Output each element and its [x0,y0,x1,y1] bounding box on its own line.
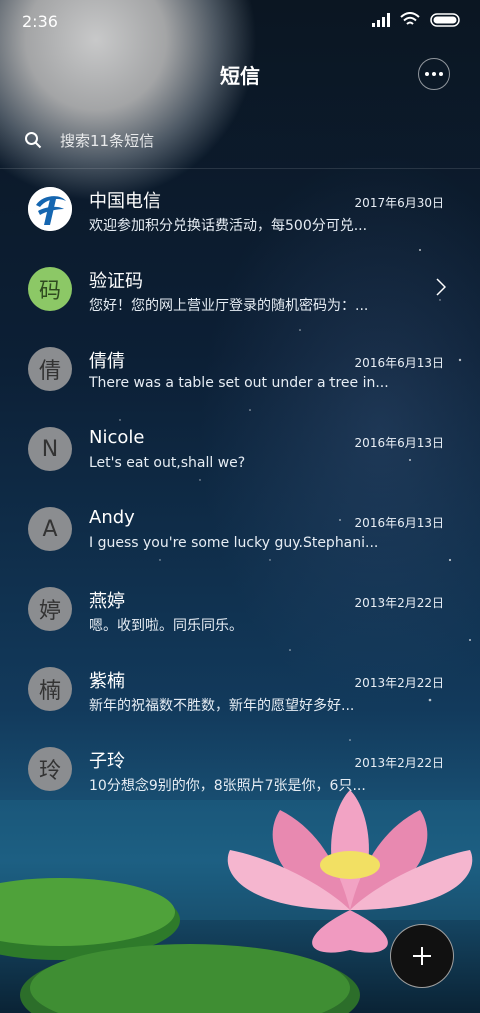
more-dots-icon [432,72,436,76]
conversation-list: 中国电信 2017年6月30日 欢迎参加积分兑换话费活动，每500分可兑... … [0,170,480,810]
conversation-row[interactable]: 码 验证码 您好！您的网上营业厅登录的随机密码为：... [0,250,480,330]
contact-name: 中国电信 [89,191,161,212]
avatar: N [28,427,72,471]
message-preview: 10分想念9别的你，8张照片7张是你，6只... [89,778,366,794]
battery-icon [430,12,460,27]
contact-name: 紫楠 [89,671,125,692]
wifi-icon [400,12,420,25]
avatar: 婷 [28,587,72,631]
china-telecom-logo-icon [28,187,72,231]
message-preview: I guess you're some lucky guy.Stephani..… [89,535,379,551]
avatar [28,187,72,231]
page-title: 短信 [220,64,260,88]
avatar: 码 [28,267,72,311]
contact-name: Nicole [89,427,145,448]
more-dots-icon [439,72,443,76]
avatar: A [28,507,72,551]
conversation-row[interactable]: 婷 燕婷 2013年2月22日 嗯。收到啦。同乐同乐。 [0,570,480,650]
contact-name: 验证码 [89,271,143,292]
message-date: 2013年2月22日 [354,596,444,610]
conversation-row[interactable]: N Nicole 2016年6月13日 Let's eat out,shall … [0,410,480,490]
avatar: 玲 [28,747,72,791]
chevron-right-icon[interactable] [436,278,446,296]
message-date: 2017年6月30日 [354,196,444,210]
message-preview: There was a table set out under a tree i… [89,375,389,391]
contact-name: 倩倩 [89,351,125,372]
message-preview: 欢迎参加积分兑换话费活动，每500分可兑... [89,218,368,234]
status-time: 2:36 [22,12,58,31]
conversation-row[interactable]: 中国电信 2017年6月30日 欢迎参加积分兑换话费活动，每500分可兑... [0,170,480,250]
message-date: 2013年2月22日 [354,676,444,690]
status-icons [372,12,462,27]
conversation-row[interactable]: A Andy 2016年6月13日 I guess you're some lu… [0,490,480,570]
message-date: 2013年2月22日 [354,756,444,770]
new-message-button[interactable] [390,924,454,988]
contact-name: 燕婷 [89,591,125,612]
search-bar[interactable]: 搜索11条短信 [24,118,464,162]
conversation-row[interactable]: 楠 紫楠 2013年2月22日 新年的祝福数不胜数，新年的愿望好多好... [0,650,480,730]
more-dots-icon [425,72,429,76]
avatar: 倩 [28,347,72,391]
message-date: 2016年6月13日 [354,516,444,530]
message-preview: 新年的祝福数不胜数，新年的愿望好多好... [89,698,355,714]
more-options-button[interactable] [418,58,450,90]
message-date: 2016年6月13日 [354,436,444,450]
status-bar: 2:36 [0,0,480,40]
conversation-row[interactable]: 玲 子玲 2013年2月22日 10分想念9别的你，8张照片7张是你，6只... [0,730,480,810]
header-divider [0,168,480,169]
avatar: 楠 [28,667,72,711]
message-preview: Let's eat out,shall we? [89,455,246,471]
contact-name: Andy [89,507,135,528]
message-preview: 您好！您的网上营业厅登录的随机密码为：... [89,298,369,314]
signal-icon [372,12,390,27]
search-icon [25,132,42,149]
message-preview: 嗯。收到啦。同乐同乐。 [89,618,243,634]
contact-name: 子玲 [89,751,125,772]
message-date: 2016年6月13日 [354,356,444,370]
conversation-row[interactable]: 倩 倩倩 2016年6月13日 There was a table set ou… [0,330,480,410]
search-input[interactable]: 搜索11条短信 [60,130,154,151]
plus-icon [413,947,431,965]
